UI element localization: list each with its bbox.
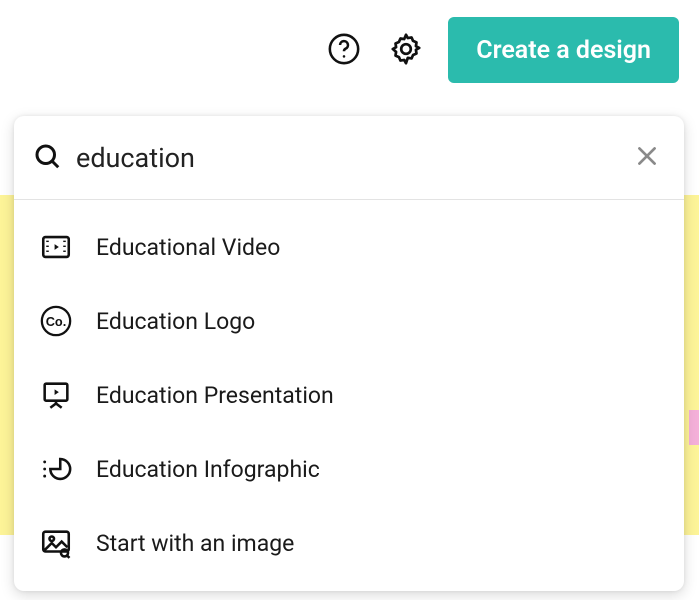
help-icon: [327, 32, 361, 69]
gear-icon: [388, 31, 424, 70]
result-label: Educational Video: [96, 234, 280, 261]
top-toolbar: Create a design: [0, 0, 699, 100]
create-design-button[interactable]: Create a design: [448, 17, 679, 83]
result-educational-video[interactable]: Educational Video: [14, 210, 684, 284]
result-label: Education Logo: [96, 308, 255, 335]
search-popover: Educational Video Co. Education Logo: [14, 116, 684, 591]
logo-icon: Co.: [38, 303, 74, 339]
infographic-icon: [38, 451, 74, 487]
search-input[interactable]: [76, 138, 616, 178]
search-icon: [32, 141, 62, 175]
image-icon: [38, 525, 74, 561]
svg-text:Co.: Co.: [46, 314, 67, 329]
result-label: Start with an image: [96, 530, 294, 557]
video-icon: [38, 229, 74, 265]
result-education-presentation[interactable]: Education Presentation: [14, 358, 684, 432]
presentation-icon: [38, 377, 74, 413]
result-education-infographic[interactable]: Education Infographic: [14, 432, 684, 506]
settings-button[interactable]: [386, 30, 426, 70]
close-icon: [634, 143, 660, 172]
result-education-logo[interactable]: Co. Education Logo: [14, 284, 684, 358]
clear-search-button[interactable]: [630, 141, 664, 175]
search-row: [14, 116, 684, 200]
result-label: Education Infographic: [96, 456, 320, 483]
content-thumbnail-peek: [689, 410, 699, 445]
help-button[interactable]: [324, 30, 364, 70]
result-label: Education Presentation: [96, 382, 334, 409]
result-start-with-image[interactable]: Start with an image: [14, 506, 684, 580]
search-results-list: Educational Video Co. Education Logo: [14, 200, 684, 590]
